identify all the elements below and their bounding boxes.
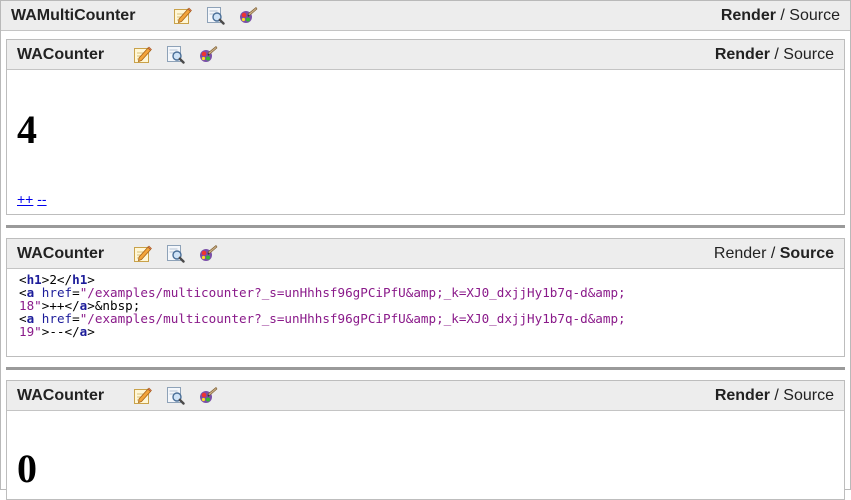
edit-icon[interactable] (133, 45, 152, 64)
style-icon[interactable] (199, 386, 218, 405)
counter-component-3: WACounter Render / Source 0 (6, 380, 845, 500)
counter-1-mode-switch: Render / Source (715, 46, 834, 64)
inspect-icon[interactable] (166, 386, 185, 405)
style-icon[interactable] (199, 244, 218, 263)
inspect-icon[interactable] (166, 244, 185, 263)
source-mode-link[interactable]: Source (783, 387, 834, 404)
mode-separator: / (775, 7, 790, 24)
component-divider (6, 367, 845, 370)
inspect-icon[interactable] (166, 45, 185, 64)
inspect-icon[interactable] (206, 6, 225, 25)
counter-2-title: WACounter (17, 245, 105, 262)
source-text: >--</ (41, 324, 80, 339)
decrement-link[interactable]: -- (37, 191, 46, 207)
source-code-view: <h1>2</h1> <a href="/examples/multicount… (19, 273, 626, 338)
edit-icon[interactable] (133, 244, 152, 263)
mode-separator: / (769, 46, 784, 63)
source-string: "/examples/multicounter?_s=unHhhsf96gPCi… (79, 311, 626, 326)
counter-3-mode-switch: Render / Source (715, 387, 834, 405)
render-mode-link[interactable]: Render (714, 245, 766, 262)
multicounter-title: WAMultiCounter (11, 7, 136, 24)
counter-1-toolbar: WACounter Render / Source (7, 40, 844, 70)
counter-links: ++ -- (17, 191, 47, 207)
counter-value: 0 (17, 446, 37, 491)
multicounter-panel: WAMultiCounter Render / Source WACounter… (0, 0, 851, 500)
render-mode-link[interactable]: Render (715, 387, 770, 404)
source-text: > (87, 324, 95, 339)
style-icon[interactable] (239, 6, 258, 25)
mode-separator: / (769, 387, 784, 404)
edit-icon[interactable] (133, 386, 152, 405)
counter-component-1: WACounter Render / Source 4 ++ -- (6, 39, 845, 215)
component-divider (6, 225, 845, 228)
increment-link[interactable]: ++ (17, 191, 33, 207)
source-mode-link[interactable]: Source (783, 46, 834, 63)
edit-icon[interactable] (173, 6, 192, 25)
counter-component-2: WACounter Render / Source <h1>2</h1> <a … (6, 238, 845, 357)
multicounter-toolbar: WAMultiCounter Render / Source (1, 1, 850, 31)
render-mode-link[interactable]: Render (721, 7, 776, 24)
counter-1-title: WACounter (17, 46, 105, 63)
style-icon[interactable] (199, 45, 218, 64)
counter-2-mode-switch: Render / Source (714, 245, 834, 263)
source-mode-link[interactable]: Source (780, 245, 834, 262)
multicounter-mode-switch: Render / Source (721, 7, 840, 25)
counter-3-toolbar: WACounter Render / Source (7, 381, 844, 411)
source-string: "/examples/multicounter?_s=unHhhsf96gPCi… (79, 285, 626, 300)
counter-value: 4 (17, 107, 37, 152)
counter-2-toolbar: WACounter Render / Source (7, 239, 844, 269)
mode-separator: / (766, 245, 780, 262)
counter-3-title: WACounter (17, 387, 105, 404)
render-mode-link[interactable]: Render (715, 46, 770, 63)
source-string: 19" (19, 324, 42, 339)
source-mode-link[interactable]: Source (789, 7, 840, 24)
